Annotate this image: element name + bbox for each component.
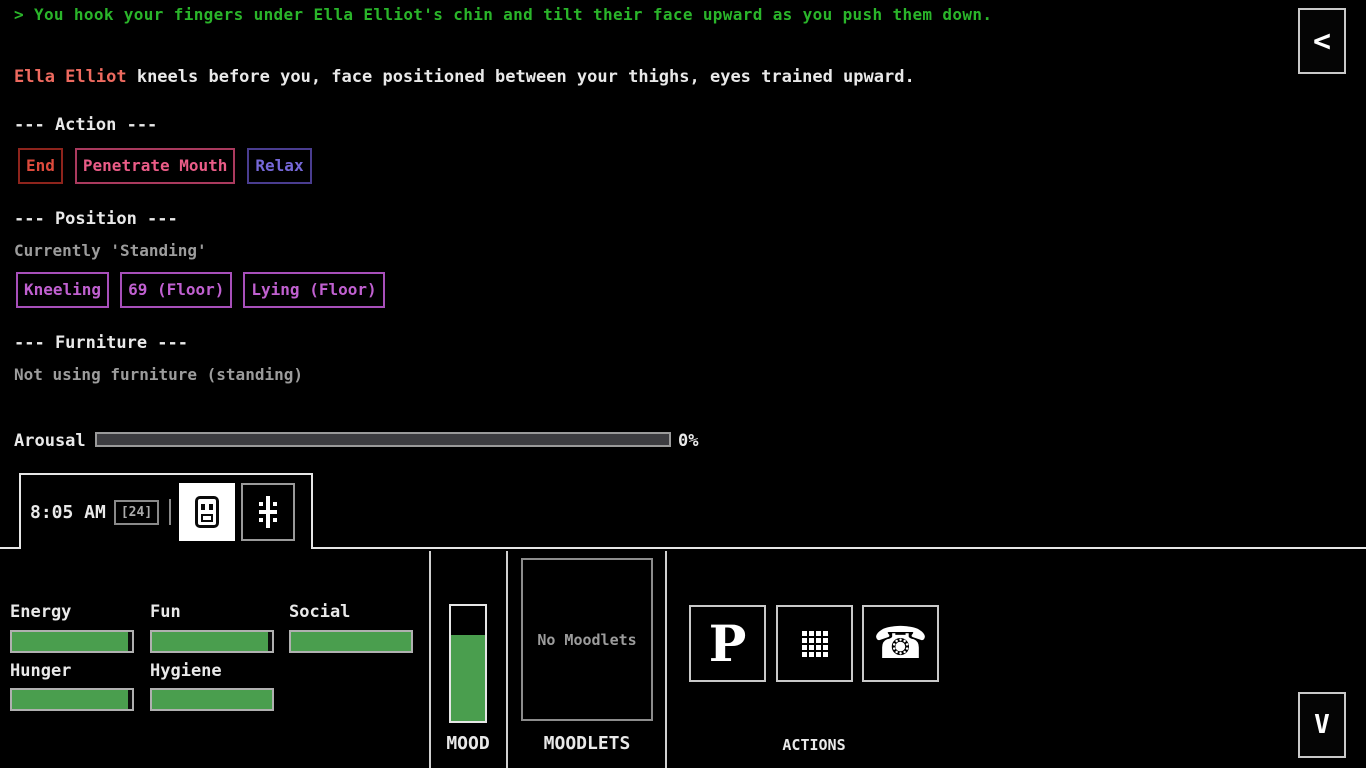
action-button-penetrate-mouth[interactable]: Penetrate Mouth [75,148,236,184]
game-screen: > You hook your fingers under Ella Ellio… [0,0,1366,768]
need-bar-hygiene [150,688,274,711]
section-title-furniture: --- Furniture --- [14,333,188,353]
portrait-view-button[interactable] [179,483,235,541]
need-label-fun: Fun [150,602,181,622]
clock-time: 8:05 AM [30,502,106,523]
portrait-face-icon [195,496,219,528]
need-bar-energy [10,630,134,653]
action-button-relax[interactable]: Relax [247,148,311,184]
snowflake-icon [255,495,281,529]
position-button-69-floor[interactable]: 69 (Floor) [120,272,232,308]
need-bar-fill-energy [12,632,128,651]
need-label-hygiene: Hygiene [150,661,222,681]
need-label-energy: Energy [10,602,71,622]
position-button-kneeling[interactable]: Kneeling [16,272,109,308]
panel-divider-3 [665,551,667,768]
journal-button[interactable]: P [689,605,766,682]
snowflake-button[interactable] [241,483,295,541]
need-bar-fill-fun [152,632,268,651]
arousal-bar [95,432,671,447]
action-button-row: End Penetrate Mouth Relax [18,148,312,184]
building-button[interactable] [776,605,853,682]
mood-bar-fill [451,635,485,721]
moodlets-label: MOODLETS [521,733,653,754]
phone-button[interactable]: ☎ [862,605,939,682]
need-bar-fill-hygiene [152,690,272,709]
actions-label: ACTIONS [734,736,894,754]
building-grid-icon [802,631,828,657]
moodlets-box: No Moodlets [521,558,653,721]
narration-line: > You hook your fingers under Ella Ellio… [14,5,992,24]
position-button-lying-floor[interactable]: Lying (Floor) [243,272,384,308]
journal-p-icon: P [709,619,747,669]
clock-24h-toggle[interactable]: [24] [114,500,159,525]
panel-divider-2 [506,551,508,768]
furniture-status: Not using furniture (standing) [14,365,303,384]
position-button-row: Kneeling 69 (Floor) Lying (Floor) [16,272,385,308]
need-bar-social [289,630,413,653]
clock-tab: 8:05 AM [24] [19,473,313,549]
chevron-left-icon: < [1313,24,1331,59]
position-current-status: Currently 'Standing' [14,241,207,260]
arousal-label: Arousal [14,431,86,451]
need-bar-fun [150,630,274,653]
need-bar-fill-hunger [12,690,128,709]
arousal-value: 0% [678,431,698,451]
collapse-button[interactable]: V [1298,692,1346,758]
mood-bar [449,604,487,723]
clock-divider [169,499,171,525]
moodlets-empty-text: No Moodlets [537,631,636,649]
subject-name: Ella Elliot [14,67,127,87]
subject-status-line: Ella Elliot kneels before you, face posi… [14,67,915,87]
back-button[interactable]: < [1298,8,1346,74]
panel-divider-1 [429,551,431,768]
subject-status-text: kneels before you, face positioned betwe… [127,67,915,87]
mood-label: MOOD [434,733,502,754]
need-bar-fill-social [291,632,411,651]
chevron-down-icon: V [1314,710,1330,740]
section-title-position: --- Position --- [14,209,178,229]
need-bar-hunger [10,688,134,711]
section-title-action: --- Action --- [14,115,157,135]
action-button-end[interactable]: End [18,148,63,184]
need-label-social: Social [289,602,350,622]
phone-icon: ☎ [873,622,928,666]
need-label-hunger: Hunger [10,661,71,681]
